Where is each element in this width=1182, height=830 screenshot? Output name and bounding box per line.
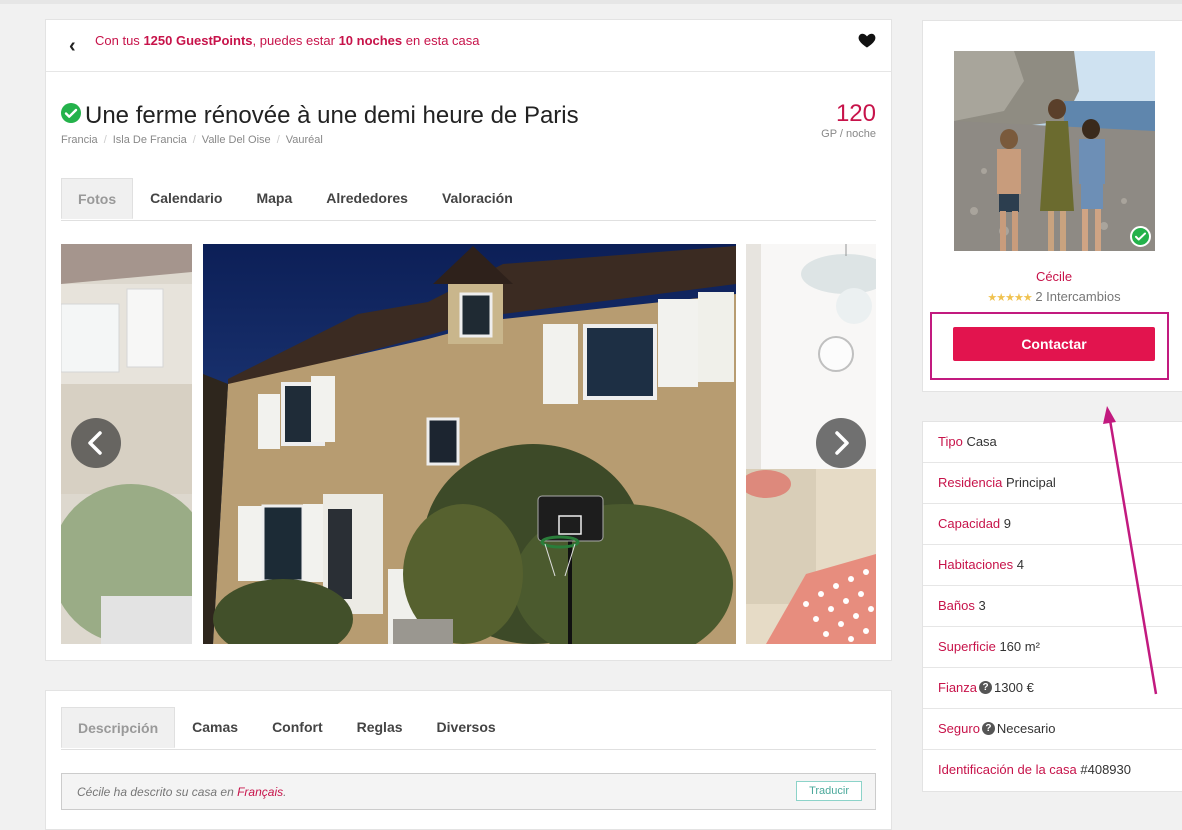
- detail-row-tipo: Tipo Casa: [923, 422, 1182, 463]
- detail-row-residencia: Residencia Principal: [923, 463, 1182, 504]
- tab-confort[interactable]: Confort: [255, 707, 340, 748]
- description-language-box: Cécile ha descrito su casa en Français. …: [61, 773, 876, 810]
- detail-value: 1300 €: [994, 680, 1034, 695]
- breadcrumb-item[interactable]: Vauréal: [286, 134, 323, 146]
- detail-row-banos: Baños 3: [923, 586, 1182, 627]
- detail-label: Tipo: [938, 434, 963, 449]
- tab-calendario[interactable]: Calendario: [133, 178, 239, 219]
- detail-value: 160 m²: [999, 639, 1040, 654]
- detail-label: Seguro: [938, 721, 980, 736]
- tab-reglas[interactable]: Reglas: [340, 707, 420, 748]
- detail-row-superficie: Superficie 160 m²: [923, 627, 1182, 668]
- detail-value: 4: [1016, 557, 1025, 572]
- detail-label: Habitaciones: [938, 557, 1014, 572]
- listing-card: ‹ Con tus 1250 GuestPoints, puedes estar…: [45, 19, 892, 661]
- detail-value: Necesario: [996, 721, 1056, 736]
- tab-camas[interactable]: Camas: [175, 707, 255, 748]
- host-avatar[interactable]: [954, 51, 1155, 251]
- description-card: Descripción Camas Confort Reglas Diverso…: [45, 690, 892, 830]
- breadcrumb-separator: /: [192, 134, 196, 146]
- chevron-right-icon: [835, 431, 849, 455]
- help-question-icon[interactable]: ?: [981, 722, 995, 736]
- description-language-text: Cécile ha descrito su casa en Français.: [77, 785, 287, 799]
- detail-value: Casa: [966, 434, 997, 449]
- breadcrumb: Francia / Isla De Francia / Valle Del Oise / V…: [61, 134, 323, 146]
- property-details-list: Tipo Casa Residencia Principal Capacidad…: [922, 421, 1182, 792]
- detail-row-habitaciones: Habitaciones 4: [923, 545, 1182, 586]
- detail-label: Baños: [938, 598, 975, 613]
- breadcrumb-item[interactable]: Isla De Francia: [113, 134, 187, 146]
- chevron-left-icon: [88, 431, 102, 455]
- host-verified-icon: [1130, 226, 1151, 247]
- photo-gallery: [61, 244, 876, 644]
- detail-row-identificacion: Identificación de la casa #408930: [923, 750, 1182, 791]
- price-block: 120 GP / noche: [821, 100, 876, 140]
- description-language: Français: [237, 785, 284, 799]
- detail-value: 3: [978, 598, 986, 613]
- detail-label: Superficie: [938, 639, 996, 654]
- translate-button[interactable]: Traducir: [796, 781, 862, 801]
- breadcrumb-item[interactable]: Valle Del Oise: [202, 134, 271, 146]
- tab-descripcion[interactable]: Descripción: [61, 707, 176, 748]
- detail-row-fianza: Fianza? 1300 €: [923, 668, 1182, 709]
- detail-row-seguro: Seguro? Necesario: [923, 709, 1182, 750]
- tab-mapa[interactable]: Mapa: [239, 178, 309, 219]
- favorite-heart-icon[interactable]: [857, 30, 877, 50]
- gallery-photo-main[interactable]: [203, 244, 736, 644]
- host-name-link[interactable]: Cécile: [923, 269, 1182, 284]
- top-bar: [0, 0, 1182, 4]
- listing-title-row: Une ferme rénovée à une demi heure de Pa…: [61, 102, 579, 130]
- help-question-icon[interactable]: ?: [979, 681, 993, 695]
- detail-value: Principal: [1005, 475, 1056, 490]
- guestpoints-notice: ‹ Con tus 1250 GuestPoints, puedes estar…: [46, 20, 891, 72]
- detail-label: Residencia: [938, 475, 1003, 490]
- description-tabs: Descripción Camas Confort Reglas Diverso…: [61, 707, 876, 750]
- listing-tabs: Fotos Calendario Mapa Alrededores Valora…: [61, 178, 876, 221]
- breadcrumb-separator: /: [276, 134, 280, 146]
- price-value: 120: [835, 100, 876, 127]
- gallery-prev-button[interactable]: [71, 418, 121, 468]
- rating-stars-icon: ★★★★★: [987, 292, 1032, 304]
- detail-label: Identificación de la casa: [938, 762, 1077, 777]
- tab-diversos[interactable]: Diversos: [420, 707, 513, 748]
- detail-value: #408930: [1080, 762, 1132, 777]
- tab-fotos[interactable]: Fotos: [61, 178, 134, 219]
- breadcrumb-item[interactable]: Francia: [61, 134, 98, 146]
- back-arrow-icon[interactable]: ‹: [69, 36, 76, 56]
- detail-label: Capacidad: [938, 516, 1001, 531]
- listing-title: Une ferme rénovée à une demi heure de Pa…: [85, 102, 579, 129]
- detail-row-capacidad: Capacidad 9: [923, 504, 1182, 545]
- host-exchanges: 2 Intercambios: [1035, 289, 1121, 304]
- host-rating: ★★★★★ 2 Intercambios: [923, 289, 1182, 304]
- contact-button[interactable]: Contactar: [953, 327, 1155, 361]
- gallery-next-button[interactable]: [816, 418, 866, 468]
- breadcrumb-separator: /: [103, 134, 107, 146]
- price-unit: GP / noche: [821, 128, 876, 140]
- detail-value: 9: [1003, 516, 1012, 531]
- detail-label: Fianza: [938, 680, 978, 695]
- notice-text: Con tus 1250 GuestPoints, puedes estar 1…: [95, 33, 480, 48]
- tab-valoracion[interactable]: Valoración: [425, 178, 530, 219]
- tab-alrededores[interactable]: Alrededores: [309, 178, 425, 219]
- host-card: Cécile ★★★★★ 2 Intercambios Contactar: [922, 20, 1182, 392]
- verified-check-icon: [61, 103, 81, 123]
